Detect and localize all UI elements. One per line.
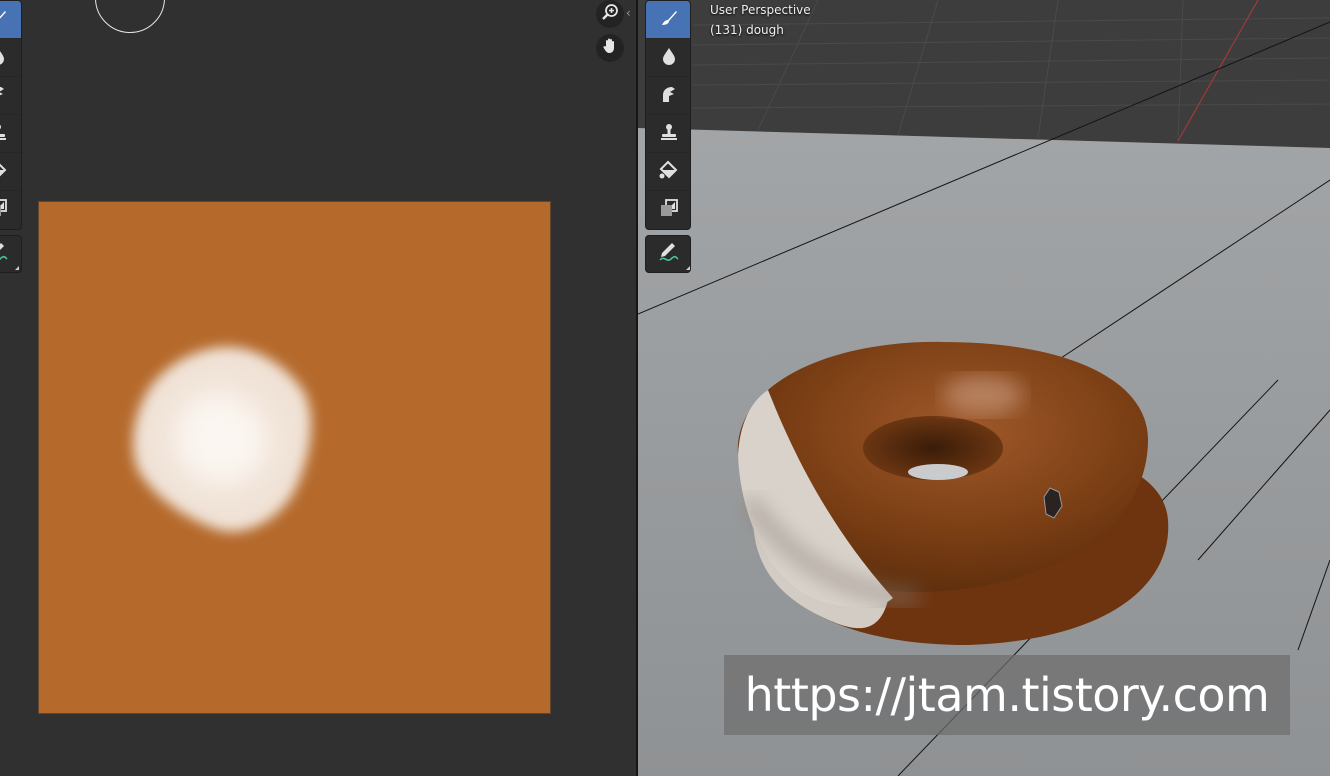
pan-button[interactable] — [596, 34, 624, 62]
sidebar-toggle[interactable]: ‹ — [626, 6, 631, 20]
viewport-tool-clone[interactable] — [646, 115, 690, 153]
dough-hole-floor — [908, 464, 968, 480]
viewport-tool-annotate[interactable] — [646, 236, 690, 272]
fill-bucket-icon — [658, 159, 680, 185]
zoom-in-icon — [601, 3, 619, 25]
viewport-tool-mask[interactable] — [646, 191, 690, 229]
tool-soften[interactable] — [0, 39, 21, 77]
image-editor-toolbar — [0, 0, 22, 273]
image-editor-navigation — [596, 0, 624, 68]
viewport-paint-tool-group — [645, 0, 691, 230]
tool-annotate[interactable] — [0, 236, 21, 272]
viewport-tool-smear[interactable] — [646, 77, 690, 115]
fill-bucket-icon — [0, 159, 9, 185]
annotate-pencil-icon — [658, 241, 680, 267]
watermark-text: https://jtam.tistory.com — [744, 668, 1270, 722]
draw-brush-icon — [0, 7, 9, 33]
viewport-tool-fill[interactable] — [646, 153, 690, 191]
image-editor[interactable]: ‹ — [0, 0, 636, 776]
texture-paint-layer — [133, 346, 312, 532]
tool-mask[interactable] — [0, 191, 21, 229]
viewport-tool-soften[interactable] — [646, 39, 690, 77]
tool-smear[interactable] — [0, 77, 21, 115]
mask-icon — [658, 197, 680, 223]
paint-tool-group — [0, 0, 22, 230]
zoom-button[interactable] — [596, 0, 624, 28]
viewport-tool-draw[interactable] — [646, 1, 690, 39]
annotate-tool-group — [0, 235, 22, 273]
submenu-corner-icon — [686, 266, 690, 270]
viewport-info: User Perspective (131) dough — [710, 0, 811, 40]
draw-brush-icon — [658, 7, 680, 33]
smear-icon — [0, 83, 9, 109]
viewport-annotate-tool-group — [645, 235, 691, 273]
tool-clone[interactable] — [0, 115, 21, 153]
clone-stamp-icon — [0, 121, 9, 147]
texture-canvas[interactable] — [38, 201, 551, 714]
smear-icon — [658, 83, 680, 109]
soften-drop-icon — [0, 45, 9, 71]
view-mode-label: User Perspective — [710, 3, 811, 17]
tool-fill[interactable] — [0, 153, 21, 191]
dough-highlight — [943, 375, 1023, 415]
viewport-toolbar — [645, 0, 691, 273]
watermark: https://jtam.tistory.com — [724, 655, 1290, 735]
annotate-pencil-icon — [0, 241, 9, 267]
mask-icon — [0, 197, 9, 223]
clone-stamp-icon — [658, 121, 680, 147]
submenu-corner-icon — [15, 266, 19, 270]
active-object-label: (131) dough — [710, 23, 784, 37]
soften-drop-icon — [658, 45, 680, 71]
tool-draw[interactable] — [0, 1, 21, 39]
hand-icon — [601, 37, 619, 59]
brush-cursor-circle — [95, 0, 165, 33]
